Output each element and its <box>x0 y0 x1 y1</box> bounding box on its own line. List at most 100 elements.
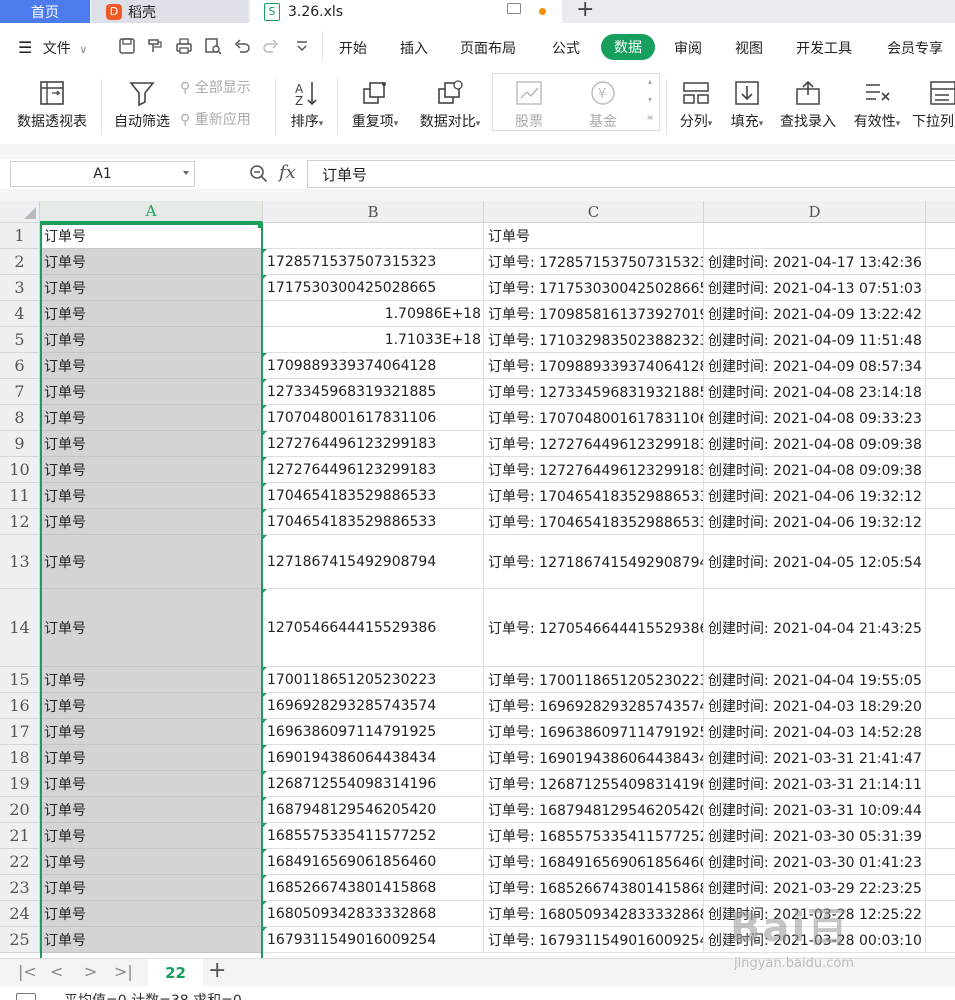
cell-c[interactable]: 订单号: 1273345968319321885 <box>484 379 704 405</box>
row-header[interactable]: 17 <box>0 719 40 745</box>
undo-icon[interactable] <box>233 37 251 55</box>
last-sheet-icon[interactable]: >| <box>114 962 133 981</box>
cell-d[interactable]: 创建时间: 2021-04-13 07:51:03 <box>704 275 926 301</box>
cell-d[interactable]: 创建时间: 2021-04-04 19:55:05 <box>704 667 926 693</box>
cell-c[interactable]: 订单号: 1709858161373927019 <box>484 301 704 327</box>
cell-d[interactable]: 创建时间: 2021-04-09 13:22:42 <box>704 301 926 327</box>
cell-b[interactable]: 1272764496123299183 <box>263 457 484 483</box>
menu-item-view[interactable]: 视图 <box>735 38 763 58</box>
cell-e[interactable] <box>926 327 955 353</box>
menu-item-review[interactable]: 审阅 <box>674 38 702 58</box>
cell-c[interactable]: 订单号: 1704654183529886533 <box>484 483 704 509</box>
lookup-entry-button[interactable]: 查找录入 <box>776 75 840 131</box>
cell-a[interactable]: 订单号 <box>40 457 263 483</box>
cell-b[interactable]: 1271867415492908794 <box>263 535 484 589</box>
print-preview-icon[interactable] <box>204 37 222 55</box>
validity-button[interactable]: 有效性▾ <box>846 75 908 131</box>
cell-b[interactable]: 1.71033E+18 <box>263 327 484 353</box>
row-header[interactable]: 23 <box>0 875 40 901</box>
cell-b[interactable]: 1685266743801415868 <box>263 875 484 901</box>
cell-b[interactable]: 1684916569061856460 <box>263 849 484 875</box>
cell-a[interactable]: 订单号 <box>40 249 263 275</box>
function-fx-icon[interactable]: fx <box>279 162 296 183</box>
cell-b[interactable]: 1728571537507315323 <box>263 249 484 275</box>
cell-e[interactable] <box>926 301 955 327</box>
autofilter-button[interactable]: 自动筛选 <box>108 75 176 131</box>
cell-e[interactable] <box>926 379 955 405</box>
row-header[interactable]: 24 <box>0 901 40 927</box>
cell-d[interactable]: 创建时间: 2021-04-09 11:51:48 <box>704 327 926 353</box>
cell-c[interactable]: 订单号: 1684916569061856460 <box>484 849 704 875</box>
cell-d[interactable]: 创建时间: 2021-04-05 12:05:54 <box>704 535 926 589</box>
cell-e[interactable] <box>926 589 955 667</box>
cell-a[interactable]: 订单号 <box>40 719 263 745</box>
cell-d[interactable]: 创建时间: 2021-03-31 10:09:44 <box>704 797 926 823</box>
row-header[interactable]: 2 <box>0 249 40 275</box>
cell-c[interactable]: 订单号: 1728571537507315323 <box>484 249 704 275</box>
cell-a[interactable]: 订单号 <box>40 797 263 823</box>
cell-a[interactable]: 订单号 <box>40 771 263 797</box>
cell-d[interactable]: 创建时间: 2021-04-17 13:42:36 <box>704 249 926 275</box>
cell-b[interactable]: 1709889339374064128 <box>263 353 484 379</box>
cell-b[interactable]: 1.70986E+18 <box>263 301 484 327</box>
chevron-down-icon[interactable] <box>183 171 189 175</box>
cell-b[interactable]: 1704654183529886533 <box>263 509 484 535</box>
cell-d[interactable] <box>704 223 926 249</box>
menu-item-member[interactable]: 会员专享 <box>887 38 943 58</box>
new-tab-plus-icon[interactable]: + <box>576 0 594 22</box>
cell-d[interactable]: 创建时间: 2021-04-03 14:52:28 <box>704 719 926 745</box>
cell-c[interactable]: 订单号: 1700118651205230223 <box>484 667 704 693</box>
cell-b[interactable]: 1704654183529886533 <box>263 483 484 509</box>
reapply-button[interactable]: ⚲ 重新应用 <box>180 109 270 129</box>
cell-e[interactable] <box>926 771 955 797</box>
cell-c[interactable]: 订单号: 1707048001617831106 <box>484 405 704 431</box>
row-header[interactable]: 13 <box>0 535 40 589</box>
cell-e[interactable] <box>926 745 955 771</box>
cell-c[interactable]: 订单号: 1704654183529886533 <box>484 509 704 535</box>
cell-c[interactable]: 订单号: 1685575335411577252 <box>484 823 704 849</box>
column-header-d[interactable]: D <box>704 201 926 223</box>
cell-b[interactable]: 1685575335411577252 <box>263 823 484 849</box>
monitor-icon[interactable] <box>507 3 521 14</box>
cell-a[interactable]: 订单号 <box>40 849 263 875</box>
split-column-button[interactable]: 分列▾ <box>672 75 720 131</box>
row-header[interactable]: 21 <box>0 823 40 849</box>
cell-d[interactable]: 创建时间: 2021-04-08 09:33:23 <box>704 405 926 431</box>
fill-handle[interactable] <box>258 223 263 228</box>
cell-a[interactable]: 订单号 <box>40 927 263 953</box>
formula-input[interactable]: 订单号 <box>307 160 955 188</box>
column-header-c[interactable]: C <box>484 201 704 223</box>
row-header[interactable]: 25 <box>0 927 40 953</box>
dropdown-list-button[interactable]: 下拉列 <box>912 75 955 131</box>
cell-e[interactable] <box>926 509 955 535</box>
row-header[interactable]: 7 <box>0 379 40 405</box>
cell-d[interactable]: 创建时间: 2021-04-06 19:32:12 <box>704 483 926 509</box>
cell-b[interactable]: 1270546644415529386 <box>263 589 484 667</box>
column-header-b[interactable]: B <box>263 201 484 223</box>
cell-e[interactable] <box>926 535 955 589</box>
cell-c[interactable]: 订单号 <box>484 223 704 249</box>
cell-a[interactable]: 订单号 <box>40 353 263 379</box>
quick-access-dropdown-icon[interactable] <box>293 37 311 55</box>
cell-a[interactable]: 订单号 <box>40 535 263 589</box>
name-box[interactable]: A1 <box>10 161 195 187</box>
cell-e[interactable] <box>926 457 955 483</box>
first-sheet-icon[interactable]: |< <box>18 962 37 981</box>
select-all-corner[interactable] <box>0 201 40 223</box>
cell-c[interactable]: 订单号: 1680509342833332868 <box>484 901 704 927</box>
cell-b[interactable]: 1687948129546205420 <box>263 797 484 823</box>
spreadsheet-grid[interactable]: A B C D 1 订单号 订单号 2 订单号 1728571537507315323 订单… <box>0 201 955 958</box>
cell-b[interactable]: 1680509342833332868 <box>263 901 484 927</box>
cell-d[interactable]: 创建时间: 2021-04-06 19:32:12 <box>704 509 926 535</box>
cell-d[interactable]: 创建时间: 2021-03-31 21:14:11 <box>704 771 926 797</box>
file-menu[interactable]: ☰ 文件 ∨ <box>18 38 87 58</box>
cell-c[interactable]: 订单号: 1687948129546205420 <box>484 797 704 823</box>
cell-d[interactable]: 创建时间: 2021-03-31 21:41:47 <box>704 745 926 771</box>
sheet-tab[interactable]: 22 <box>148 959 203 986</box>
tab-home[interactable]: 首页 <box>0 0 90 23</box>
show-all-button[interactable]: ⚲ 全部显示 <box>180 77 270 97</box>
cell-b[interactable] <box>263 223 484 249</box>
cell-b[interactable]: 1690194386064438434 <box>263 745 484 771</box>
cell-e[interactable] <box>926 823 955 849</box>
cell-c[interactable]: 订单号: 1690194386064438434 <box>484 745 704 771</box>
